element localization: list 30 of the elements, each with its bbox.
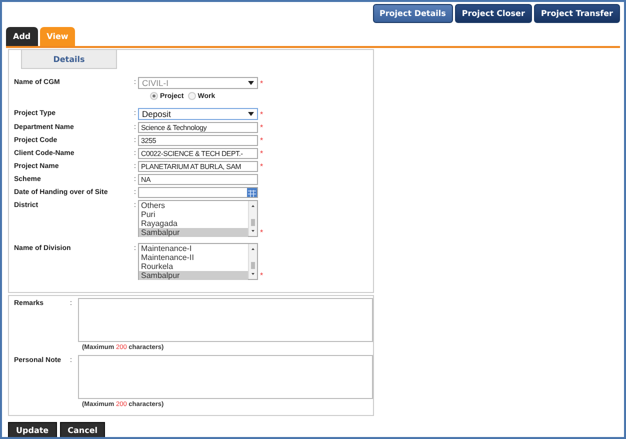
list-box[interactable]: Maintenance-I Maintenance-II Rourkela Sambalpur xyxy=(138,243,258,280)
required-mark: * xyxy=(259,110,264,118)
section-tab[interactable]: Details xyxy=(21,50,117,69)
dropdown[interactable]: Deposit xyxy=(138,108,258,120)
tab[interactable]: Add xyxy=(6,27,38,46)
required-mark: * xyxy=(259,271,264,280)
required-mark: * xyxy=(259,149,264,158)
action-button[interactable]: Update xyxy=(8,422,57,437)
required-mark: * xyxy=(259,78,264,88)
list-option[interactable]: Rayagada xyxy=(139,219,248,228)
required-mark: * xyxy=(259,123,264,132)
list-option[interactable]: Sambalpur xyxy=(139,228,248,237)
list-option[interactable]: Puri xyxy=(139,210,248,219)
nav-button[interactable]: Project Transfer xyxy=(534,4,620,23)
date-field[interactable] xyxy=(138,187,258,198)
caret-icon xyxy=(248,81,254,85)
action-button[interactable]: Cancel xyxy=(60,422,106,437)
list-option[interactable]: Rourkela xyxy=(139,262,248,271)
list-option[interactable]: Sambalpur xyxy=(139,271,248,280)
list-option[interactable]: Maintenance-I xyxy=(139,244,248,253)
list-option[interactable]: Maintenance-II xyxy=(139,253,248,262)
required-mark: * xyxy=(259,228,264,237)
nav-button[interactable]: Project Details xyxy=(372,4,453,23)
calendar-icon[interactable] xyxy=(247,188,257,197)
required-mark: * xyxy=(259,136,264,145)
caret-icon xyxy=(248,112,254,116)
nav-button[interactable]: Project Closer xyxy=(454,4,532,23)
required-mark: * xyxy=(259,162,264,171)
list-box[interactable]: Others Puri Rayagada Sambalpur xyxy=(138,200,258,237)
list-option[interactable]: Others xyxy=(139,201,248,210)
